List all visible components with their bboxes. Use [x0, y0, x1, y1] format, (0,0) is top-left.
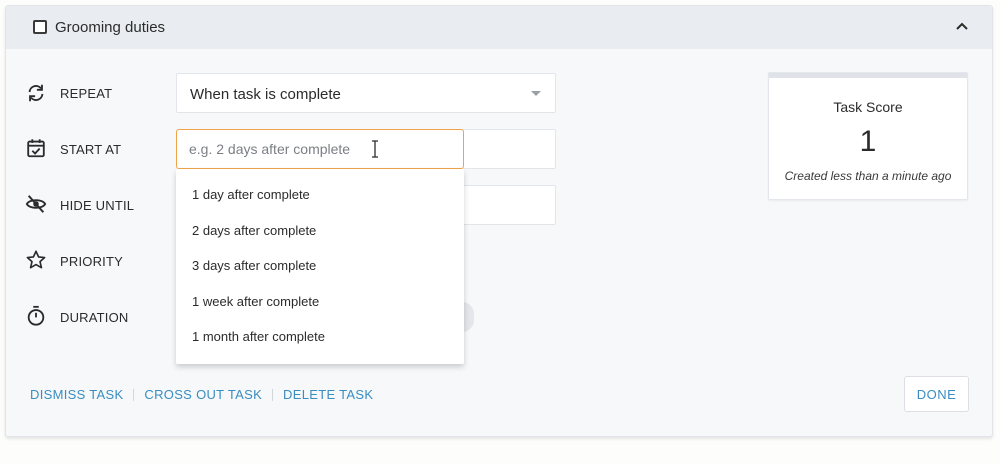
hide-until-label: HIDE UNTIL — [60, 198, 135, 213]
divider — [272, 388, 274, 401]
cross-out-task-link[interactable]: CROSS OUT TASK — [144, 387, 262, 402]
calendar-check-icon — [27, 139, 45, 158]
dropdown-option[interactable]: 2 days after complete — [176, 213, 464, 249]
task-card: Grooming duties REPEAT When task is comp… — [5, 5, 993, 437]
start-at-field-backing — [462, 129, 556, 169]
score-title: Task Score — [833, 99, 903, 115]
delete-task-link[interactable]: DELETE TASK — [283, 387, 373, 402]
score-value: 1 — [859, 125, 877, 158]
timer-icon — [27, 305, 45, 326]
repeat-label: REPEAT — [60, 86, 113, 101]
start-at-input-wrapper[interactable] — [176, 129, 464, 169]
star-icon — [26, 250, 46, 269]
dismiss-task-link[interactable]: DISMISS TASK — [30, 387, 123, 402]
duration-label: DURATION — [60, 310, 129, 325]
task-header[interactable]: Grooming duties — [6, 6, 992, 49]
dropdown-option[interactable]: 1 day after complete — [176, 177, 464, 213]
score-card-bar — [769, 73, 967, 78]
eye-off-icon — [25, 195, 47, 213]
text-cursor-icon — [372, 140, 378, 158]
start-at-label: START AT — [60, 142, 122, 157]
repeat-select[interactable]: When task is complete — [176, 73, 556, 113]
dropdown-option[interactable]: 1 month after complete — [176, 319, 464, 355]
priority-label: PRIORITY — [60, 254, 123, 269]
task-complete-checkbox[interactable] — [33, 20, 47, 34]
repeat-select-value: When task is complete — [190, 86, 341, 103]
dropdown-option[interactable]: 3 days after complete — [176, 248, 464, 284]
task-actions: DISMISS TASK CROSS OUT TASK DELETE TASK — [30, 387, 373, 402]
divider — [133, 388, 135, 401]
done-button[interactable]: DONE — [904, 376, 969, 412]
task-title: Grooming duties — [55, 19, 166, 36]
start-at-dropdown: 1 day after complete 2 days after comple… — [176, 169, 464, 364]
sync-icon — [28, 84, 44, 102]
start-at-input[interactable] — [177, 130, 463, 168]
dropdown-option[interactable]: 1 week after complete — [176, 284, 464, 320]
hide-until-field[interactable] — [462, 185, 556, 225]
score-created-meta: Created less than a minute ago — [784, 169, 952, 183]
caret-down-icon — [531, 91, 541, 96]
chevron-up-icon[interactable] — [954, 18, 970, 34]
task-score-card: Task Score 1 Created less than a minute … — [768, 72, 968, 200]
